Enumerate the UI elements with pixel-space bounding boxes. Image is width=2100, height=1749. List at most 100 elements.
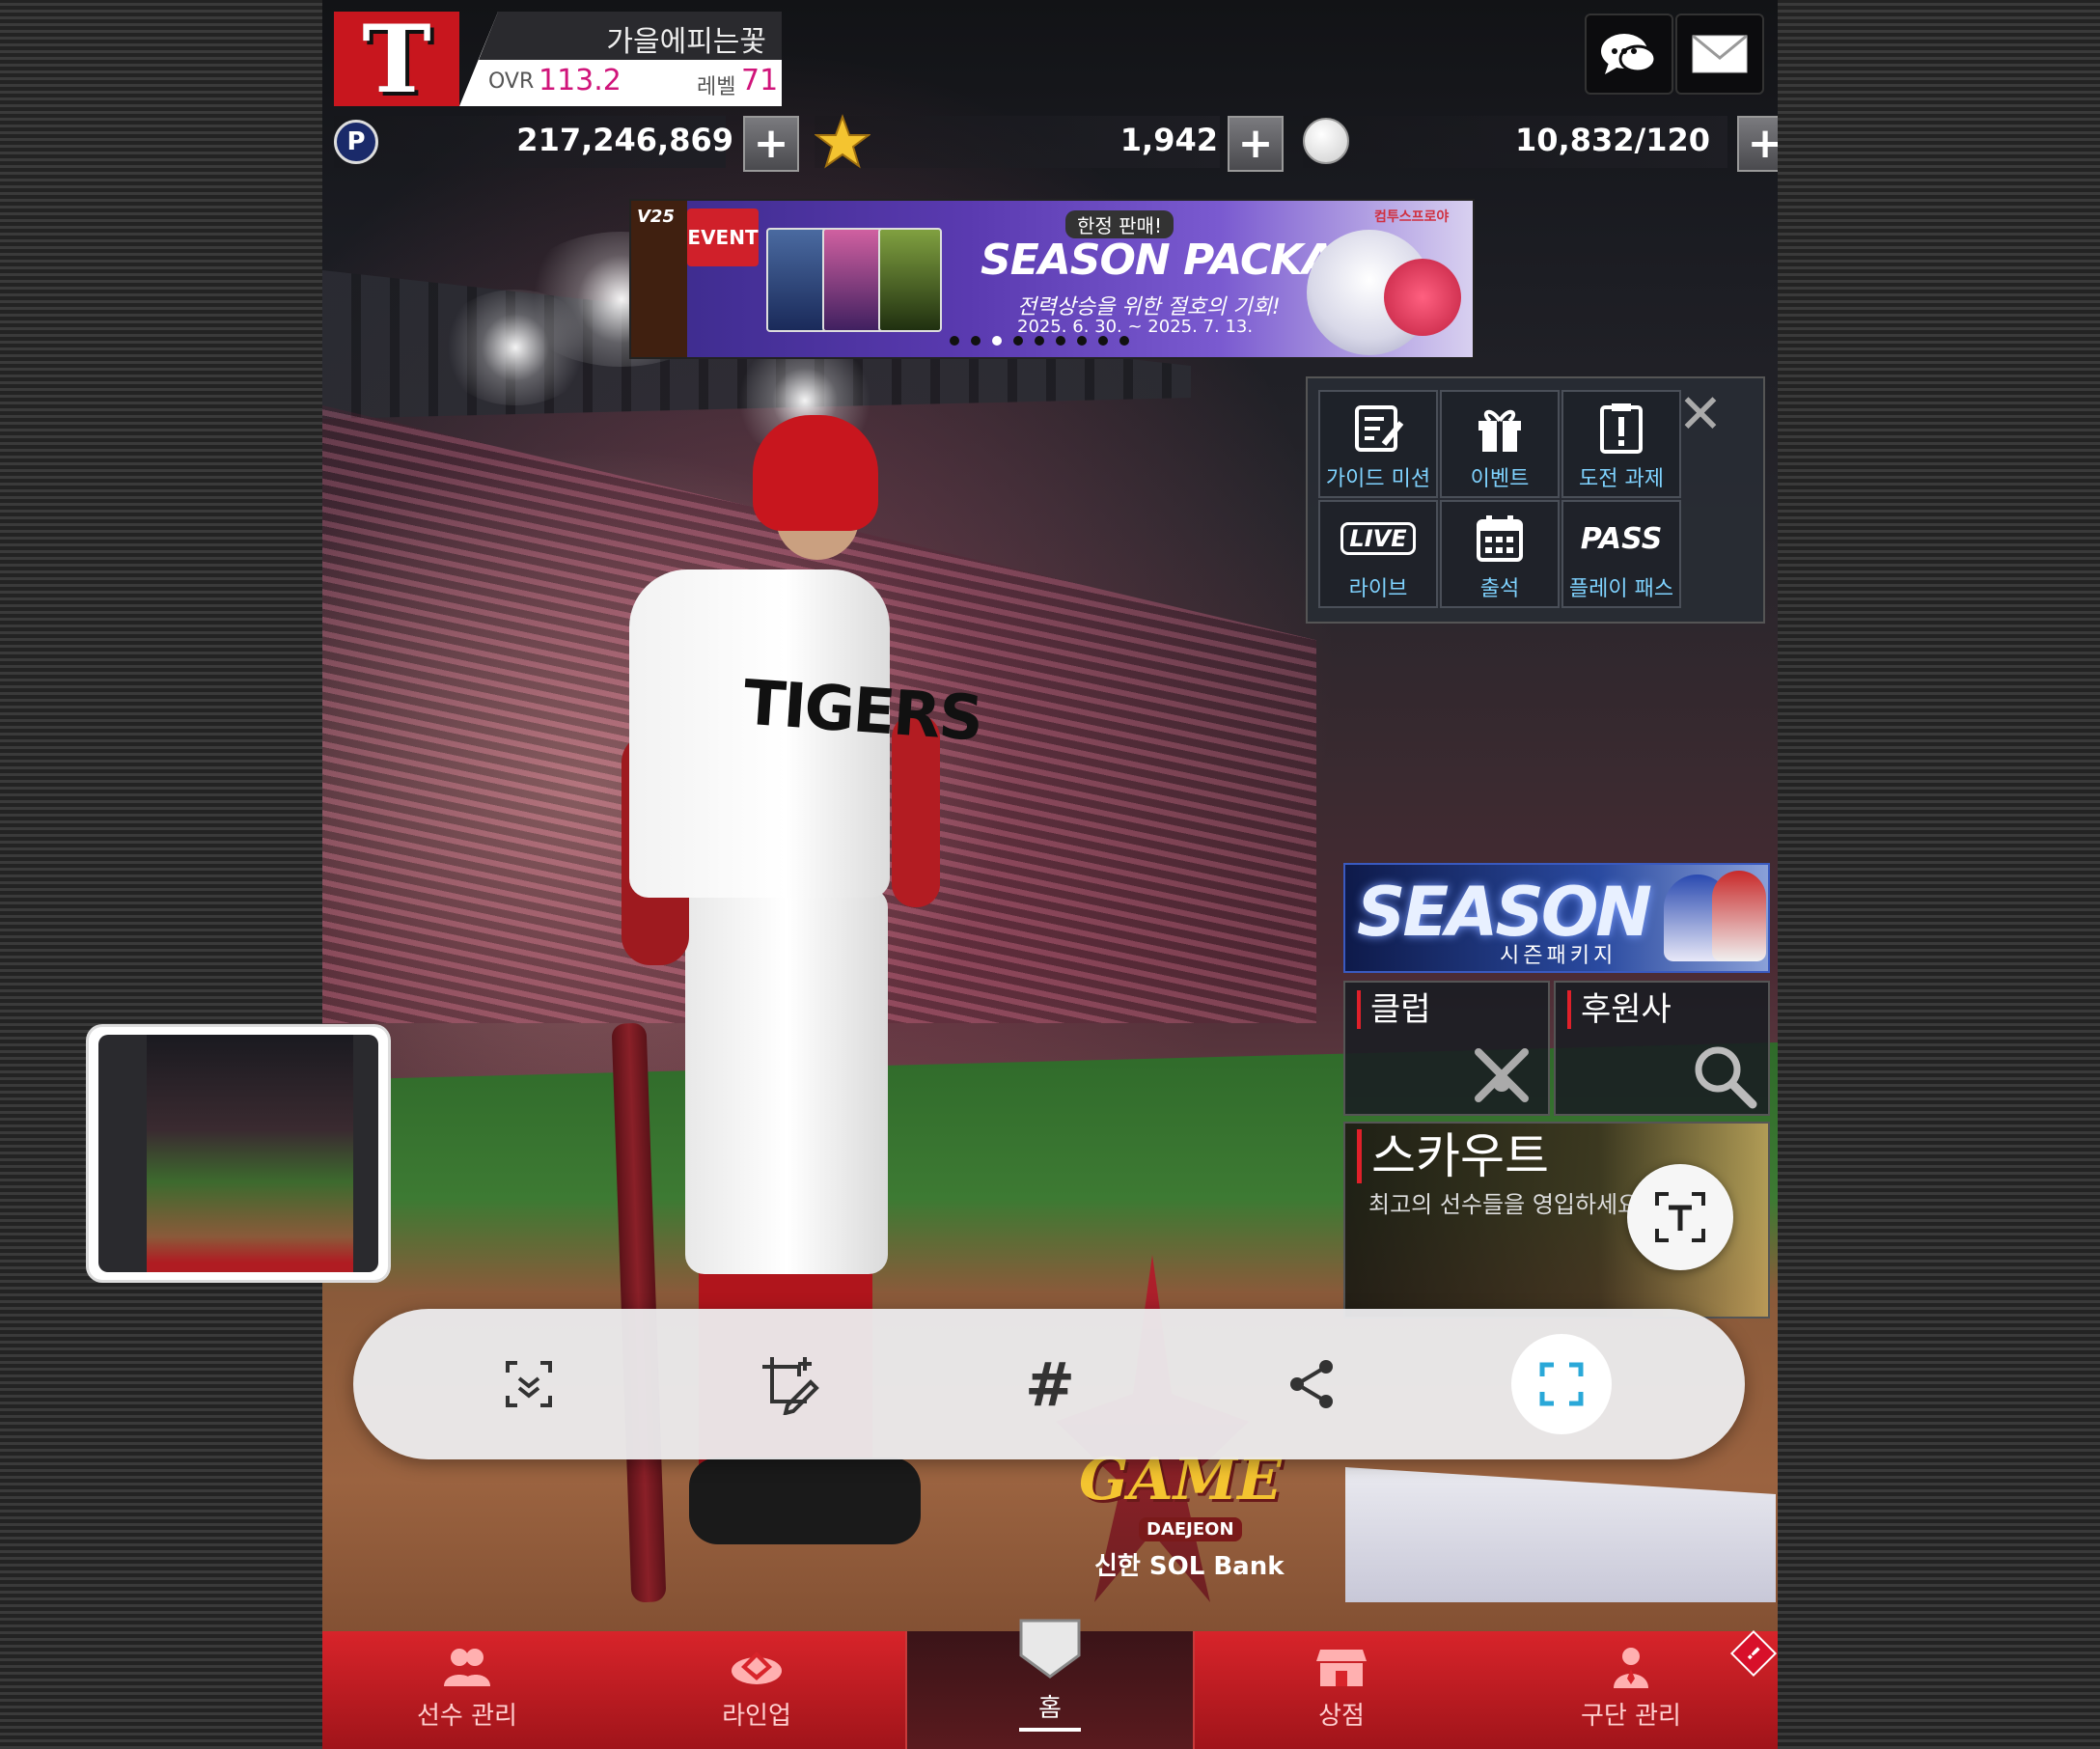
quick-menu-close-button[interactable]: ✕: [1675, 388, 1726, 442]
chat-icon: [1601, 34, 1657, 74]
pass-icon: PASS: [1581, 512, 1663, 566]
balls-value: 10,832/120: [1515, 122, 1710, 158]
event-pack-card: [822, 228, 886, 332]
sponsor-title: 후원사: [1567, 990, 1672, 1029]
p-coin-icon: P: [334, 120, 378, 164]
quick-menu-challenge[interactable]: 도전 과제: [1561, 390, 1681, 498]
crop-frame-button[interactable]: [1511, 1334, 1612, 1434]
player-shoes: [689, 1458, 921, 1544]
nav-shop[interactable]: 상점: [1197, 1631, 1486, 1749]
event-pagination-dot[interactable]: [1056, 336, 1065, 346]
draw-crop-icon: [762, 1357, 819, 1415]
sponsor-panel[interactable]: 후원사: [1554, 981, 1770, 1116]
event-pagination-dot[interactable]: [1035, 336, 1044, 346]
challenge-icon: [1594, 402, 1648, 456]
allstar-sponsor-text: 신한 SOL Bank: [1094, 1552, 1285, 1581]
nav-club-management[interactable]: 구단 관리: [1486, 1631, 1776, 1749]
event-banner[interactable]: V25 EVENT 한정 판매! SEASON PACKAGE 전력상승을 위한…: [629, 199, 1475, 359]
event-pack-card: [878, 228, 942, 332]
text-extract-icon: [1655, 1192, 1705, 1242]
add-points-button[interactable]: +: [743, 116, 799, 172]
event-pagination-dot[interactable]: [1077, 336, 1087, 346]
club-panel[interactable]: 클럽: [1343, 981, 1550, 1116]
event-pagination-dot[interactable]: [1098, 336, 1108, 346]
event-pagination-dot[interactable]: [950, 336, 959, 346]
club-title: 클럽: [1357, 990, 1431, 1029]
chat-button[interactable]: [1585, 14, 1673, 95]
scout-title: 스카우트: [1357, 1129, 1549, 1183]
nav-label: 상점: [1318, 1702, 1365, 1731]
home-plate-icon: [1019, 1619, 1081, 1679]
level-label: 레벨: [697, 75, 736, 99]
nav-label: 구단 관리: [1581, 1702, 1681, 1731]
quick-menu-label: 가이드 미션: [1325, 467, 1431, 491]
thumbnail-image: [98, 1035, 378, 1272]
nav-lineup[interactable]: 라인업: [612, 1631, 901, 1749]
event-pagination-dot[interactable]: [971, 336, 981, 346]
share-button[interactable]: [1262, 1334, 1363, 1434]
hashtag-button[interactable]: #: [1000, 1334, 1100, 1434]
quick-menu-label: 이벤트: [1470, 467, 1530, 491]
quick-menu-label: 라이브: [1348, 577, 1408, 601]
hashtag-icon: #: [1025, 1348, 1075, 1420]
player-legs: [685, 888, 888, 1274]
star-icon: [815, 114, 870, 169]
event-banner-side: V25: [631, 201, 687, 357]
team-logo: T: [334, 4, 459, 114]
event-pagination-dot[interactable]: [1013, 336, 1023, 346]
nav-label: 선수 관리: [417, 1702, 517, 1731]
screenshot-toolbar: #: [353, 1309, 1745, 1459]
text-extract-button[interactable]: [1627, 1164, 1733, 1270]
player-helmet: [753, 415, 878, 531]
event-pagination-dot[interactable]: [1119, 336, 1129, 346]
scroll-capture-icon: [506, 1361, 552, 1407]
event-flower: [1384, 259, 1461, 336]
quick-menu-label: 플레이 패스: [1568, 577, 1674, 601]
nav-home[interactable]: 홈: [905, 1619, 1195, 1749]
ovr-label: OVR: [488, 69, 535, 94]
ovr-value: 113.2: [539, 64, 622, 97]
calendar-icon: [1473, 512, 1527, 566]
event-pagination[interactable]: [950, 336, 1129, 346]
quick-menu-guide-mission[interactable]: 가이드 미션: [1318, 390, 1438, 498]
screenshot-thumbnail[interactable]: [89, 1027, 388, 1280]
add-stars-button[interactable]: +: [1228, 116, 1284, 172]
quick-menu-label: 출석: [1479, 577, 1520, 601]
season-package-banner[interactable]: SEASON 시즌패키지: [1343, 863, 1770, 973]
stadium-icon: [732, 1652, 782, 1684]
event-pack-card: [766, 228, 830, 332]
level-value: 71: [741, 64, 779, 97]
pass-badge: PASS: [1580, 521, 1663, 556]
players-icon: [444, 1649, 490, 1686]
bottom-navigation: 선수 관리 라인업 홈 상점 구단 관리 !: [322, 1619, 1778, 1749]
stadium-light: [438, 290, 593, 405]
points-value: 217,246,869: [516, 122, 733, 158]
quick-menu-attendance[interactable]: 출석: [1440, 500, 1560, 608]
nav-player-management[interactable]: 선수 관리: [322, 1631, 612, 1749]
nav-label: 홈: [1038, 1694, 1062, 1723]
quick-menu-live[interactable]: LIVE 라이브: [1318, 500, 1438, 608]
event-pagination-dot[interactable]: [992, 336, 1002, 346]
add-balls-button[interactable]: +: [1737, 116, 1778, 172]
mail-icon: [1692, 35, 1748, 73]
quick-menu-label: 도전 과제: [1579, 467, 1664, 491]
guide-mission-icon: [1351, 402, 1405, 456]
mail-button[interactable]: [1675, 14, 1764, 95]
scout-subtitle: 최고의 선수들을 영입하세요: [1368, 1191, 1640, 1218]
thumbnail-game-preview: [147, 1035, 353, 1272]
allstar-city-text: DAEJEON: [1139, 1517, 1242, 1541]
stars-value: 1,942: [1119, 122, 1218, 158]
gift-icon: [1473, 402, 1527, 456]
team-logo-letter: T: [362, 4, 431, 114]
club-crossed-bats-icon: [1475, 1048, 1529, 1102]
draw-crop-button[interactable]: [739, 1334, 840, 1434]
share-icon: [1290, 1360, 1333, 1408]
season-banner-player: [1712, 871, 1766, 961]
quick-menu-event[interactable]: 이벤트: [1440, 390, 1560, 498]
nav-label: 라인업: [722, 1702, 791, 1731]
team-name: 가을에피는꽃: [606, 25, 766, 59]
search-icon: [1695, 1046, 1757, 1109]
quick-menu-play-pass[interactable]: PASS 플레이 패스: [1561, 500, 1681, 608]
shop-icon: [1316, 1650, 1367, 1686]
scroll-capture-button[interactable]: [479, 1334, 579, 1434]
